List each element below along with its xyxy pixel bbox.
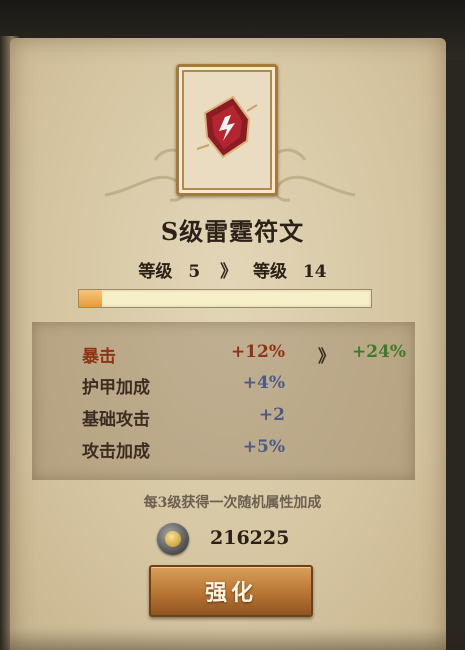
current-level-label: 等级 bbox=[138, 262, 173, 282]
level-progress-bar bbox=[78, 289, 372, 308]
stat-row-base-attack: 基础攻击 +2 bbox=[32, 405, 415, 431]
stat-value: +4% bbox=[242, 373, 285, 393]
stat-value: +5% bbox=[242, 437, 285, 457]
stat-label: 基础攻击 bbox=[82, 410, 150, 430]
double-arrow-icon: 》 bbox=[220, 262, 237, 282]
next-level-value: 14 bbox=[302, 262, 327, 282]
stat-row-attack-bonus: 攻击加成 +5% bbox=[32, 437, 415, 463]
level-row: 等级 5 》 等级 14 bbox=[0, 257, 465, 282]
bottom-shadow bbox=[0, 628, 465, 650]
enhance-button[interactable]: 强化 bbox=[149, 565, 313, 617]
enhance-button-label: 强化 bbox=[204, 580, 257, 606]
stats-panel: 暴击 +12% 》 +24% 护甲加成 +4% 基础攻击 +2 攻击加成 +5% bbox=[32, 322, 415, 480]
stat-next-value: +24% bbox=[352, 342, 407, 362]
stat-label: 护甲加成 bbox=[82, 378, 150, 398]
stat-label: 攻击加成 bbox=[82, 442, 150, 462]
stat-label: 暴击 bbox=[82, 347, 116, 367]
item-name: S级雷霆符文 bbox=[160, 217, 305, 246]
stat-row-crit: 暴击 +12% 》 +24% bbox=[32, 342, 415, 368]
stat-row-armor: 护甲加成 +4% bbox=[32, 373, 415, 399]
thunder-rune-icon bbox=[196, 95, 258, 159]
double-arrow-icon: 》 bbox=[318, 347, 335, 367]
rune-card[interactable] bbox=[176, 64, 278, 196]
upgrade-hint: 每3级获得一次随机属性加成 bbox=[143, 495, 322, 511]
current-level-value: 5 bbox=[188, 262, 201, 282]
level-progress-fill bbox=[79, 290, 103, 307]
stat-value: +12% bbox=[230, 342, 285, 362]
coin-amount: 216225 bbox=[210, 527, 290, 549]
stat-value: +2 bbox=[258, 405, 285, 425]
coin-icon bbox=[157, 523, 189, 555]
next-level-label: 等级 bbox=[253, 262, 287, 282]
